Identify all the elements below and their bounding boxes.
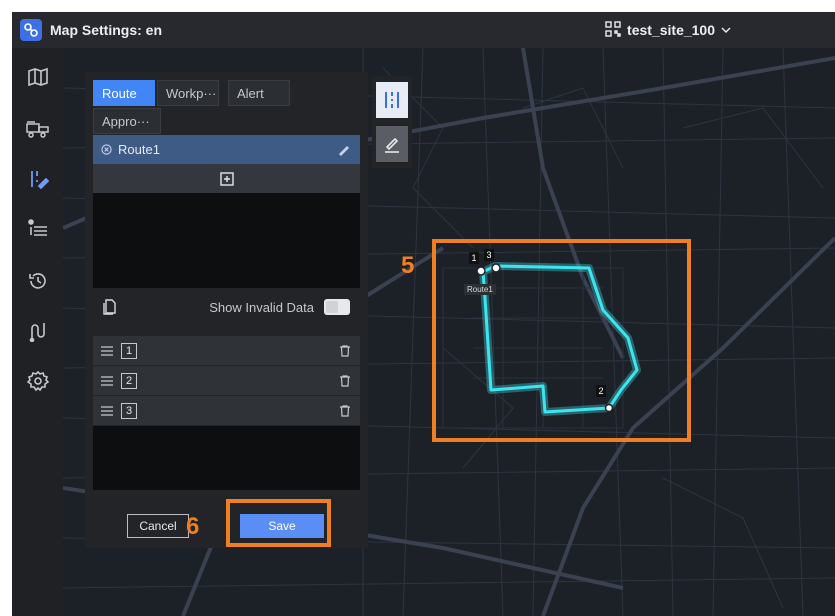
close-circle-icon[interactable]	[101, 144, 112, 155]
route-edit-icon[interactable]	[25, 166, 51, 192]
route-panel: Route Workp··· Alert Appro··· Route1 Sho…	[85, 72, 368, 548]
highlight-box-save	[226, 499, 331, 547]
edit-button[interactable]	[376, 126, 408, 162]
title-bar: Map Settings: en test_site_100	[12, 12, 835, 48]
route-name: Route1	[118, 142, 160, 157]
history-icon[interactable]	[25, 268, 51, 294]
tab-approach[interactable]: Appro···	[93, 108, 161, 134]
site-name: test_site_100	[627, 22, 715, 38]
drag-handle-icon[interactable]	[101, 375, 113, 386]
document-icon[interactable]	[103, 299, 117, 315]
site-selector[interactable]: test_site_100	[605, 12, 731, 48]
tab-alert[interactable]: Alert	[228, 80, 290, 106]
drag-handle-icon[interactable]	[101, 405, 113, 416]
step-label-6: 6	[186, 513, 200, 540]
vehicle-icon[interactable]	[25, 116, 51, 142]
trash-icon[interactable]	[340, 374, 350, 387]
trash-icon[interactable]	[340, 404, 350, 417]
invalid-data-row: Show Invalid Data	[93, 290, 360, 324]
gear-icon[interactable]	[25, 368, 51, 394]
drag-handle-icon[interactable]	[101, 345, 113, 356]
show-invalid-label: Show Invalid Data	[209, 299, 314, 315]
step-label-5: 5	[401, 252, 415, 279]
waypoint-list: 1 2 3	[93, 336, 360, 426]
route-detail-area	[93, 193, 360, 288]
show-invalid-toggle[interactable]	[324, 299, 350, 315]
route-mode-button[interactable]	[376, 82, 408, 118]
waypoint-row[interactable]: 2	[93, 366, 360, 396]
waypoint-number: 2	[121, 372, 137, 389]
tab-route[interactable]: Route	[93, 80, 155, 106]
path-icon[interactable]	[25, 318, 51, 344]
map-icon[interactable]	[25, 64, 51, 90]
cancel-button[interactable]: Cancel	[127, 514, 189, 538]
plus-square-icon	[219, 171, 234, 186]
waypoint-empty-area	[93, 426, 360, 490]
add-route-button[interactable]	[93, 164, 360, 193]
route-list-item[interactable]: Route1	[93, 135, 360, 164]
waypoint-number: 1	[121, 342, 137, 359]
qr-code-icon	[605, 20, 621, 40]
sidebar	[12, 48, 63, 616]
highlight-box-route	[432, 239, 691, 442]
waypoint-row[interactable]: 3	[93, 396, 360, 426]
tab-workpoint[interactable]: Workp···	[157, 80, 219, 106]
pencil-icon[interactable]	[338, 144, 350, 156]
waypoint-row[interactable]: 1	[93, 336, 360, 366]
window-title: Map Settings: en	[50, 22, 163, 38]
app-logo-icon	[20, 19, 42, 41]
waypoint-number: 3	[121, 402, 137, 419]
tool-column	[372, 76, 412, 168]
list-icon[interactable]	[25, 216, 51, 242]
chevron-down-icon	[721, 22, 731, 38]
trash-icon[interactable]	[340, 344, 350, 357]
tab-bar: Route Workp··· Alert Appro···	[93, 80, 365, 134]
